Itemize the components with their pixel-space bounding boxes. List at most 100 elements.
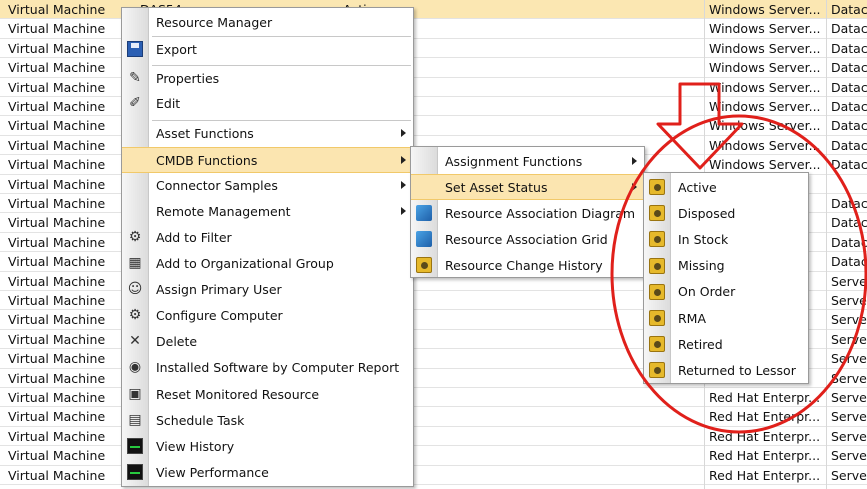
menu-item-view-history[interactable]: View History (122, 433, 413, 459)
cell-role: Serve (831, 312, 867, 328)
cell-os: Windows Server... (709, 40, 821, 56)
cell-role: Serve (831, 428, 867, 444)
cell-role: Serve (831, 273, 867, 289)
cell-type: Virtual Machine (8, 21, 106, 37)
menu-item-edit[interactable]: ✐ Edit (122, 90, 413, 116)
status-option-on-order[interactable]: On Order (644, 279, 808, 305)
cell-os: Red Hat Enterpr... (709, 428, 821, 444)
cell-role: Datac (831, 215, 867, 231)
status-option-disposed[interactable]: Disposed (644, 200, 808, 226)
cell-type: Virtual Machine (8, 312, 106, 328)
submenu-arrow-icon (401, 207, 406, 215)
menu-item-connector-samples[interactable]: Connector Samples (122, 172, 413, 198)
submenu-item-assignment-functions[interactable]: Assignment Functions (411, 148, 644, 174)
status-option-retired[interactable]: Retired (644, 331, 808, 357)
cell-os: Windows Server... (709, 118, 821, 134)
change-history-icon (416, 257, 432, 273)
status-option-missing[interactable]: Missing (644, 253, 808, 279)
submenu-arrow-icon (401, 129, 406, 137)
folder-icon (649, 205, 665, 222)
menu-separator (152, 120, 411, 121)
menu-item-configure-computer[interactable]: ⚙ Configure Computer (122, 302, 413, 328)
cell-type: Virtual Machine (8, 2, 106, 17)
submenu-item-resource-association-grid[interactable]: Resource Association Grid (411, 226, 644, 252)
menu-item-assign-primary-user[interactable]: ☺ Assign Primary User (122, 276, 413, 302)
menu-item-label: Resource Manager (156, 14, 273, 30)
folder-icon (649, 310, 665, 326)
menu-item-label: View History (156, 438, 235, 454)
submenu-item-label: Resource Association Diagram (445, 205, 636, 221)
delete-icon: ✕ (129, 333, 141, 349)
cell-type: Virtual Machine (8, 118, 106, 134)
status-option-in-stock[interactable]: In Stock (644, 226, 808, 252)
status-option-returned-to-lessor[interactable]: Returned to Lessor (644, 357, 808, 383)
menu-item-properties[interactable]: ✎ Properties (122, 65, 413, 91)
submenu-item-label: Assignment Functions (445, 153, 583, 169)
cell-role: Datac (831, 254, 867, 270)
menu-item-label: Remote Management (156, 203, 291, 219)
context-menu: Resource Manager Export ✎ Properties ✐ Edit As… (121, 7, 414, 487)
menu-item-label: Add to Filter (156, 229, 232, 245)
cell-role: Datac (831, 137, 867, 153)
cell-type: Virtual Machine (8, 331, 106, 347)
cell-os: Windows Server... (709, 157, 821, 173)
filter-icon: ⚙ (128, 229, 142, 245)
diagram-icon (416, 205, 432, 221)
folder-icon (649, 336, 665, 353)
menu-item-resource-manager[interactable]: Resource Manager (122, 9, 413, 35)
menu-item-reset-monitored-resource[interactable]: ▣ Reset Monitored Resource (122, 381, 413, 407)
cell-os: Red Hat Enterpr... (709, 467, 821, 483)
menu-item-label: View Performance (156, 464, 269, 480)
cell-type: Virtual Machine (8, 137, 106, 153)
submenu-arrow-icon (401, 181, 406, 189)
cell-role: Serve (831, 467, 867, 483)
status-option-active[interactable]: Active (644, 174, 808, 200)
menu-item-label: Assign Primary User (156, 281, 282, 297)
cell-os: Red Hat Enterpr... (709, 448, 821, 464)
cell-type: Virtual Machine (8, 273, 106, 289)
menu-item-add-to-filter[interactable]: ⚙ Add to Filter (122, 224, 413, 250)
menu-item-asset-functions[interactable]: Asset Functions (122, 120, 413, 146)
status-option-label: Active (678, 179, 717, 195)
history-icon (127, 438, 143, 454)
menu-item-cmdb-functions[interactable]: CMDB Functions (122, 147, 413, 173)
cell-type: Virtual Machine (8, 215, 106, 231)
cell-type: Virtual Machine (8, 60, 106, 76)
menu-item-label: Asset Functions (156, 125, 254, 141)
folder-icon (649, 231, 665, 248)
cell-type: Virtual Machine (8, 196, 106, 211)
menu-item-view-performance[interactable]: View Performance (122, 459, 413, 485)
submenu-arrow-icon (401, 156, 406, 164)
cell-type: Virtual Machine (8, 234, 106, 250)
submenu-item-resource-association-diagram[interactable]: Resource Association Diagram (411, 200, 644, 226)
menu-item-label: Export (156, 41, 197, 57)
cell-role: Serve (831, 370, 867, 386)
menu-item-schedule-task[interactable]: ▤ Schedule Task (122, 407, 413, 433)
cell-role: Datac (831, 60, 867, 76)
menu-item-export[interactable]: Export (122, 36, 413, 62)
status-option-label: RMA (678, 310, 707, 326)
menu-item-add-to-organizational-group[interactable]: ▦ Add to Organizational Group (122, 250, 413, 276)
menu-item-installed-software-by-computer-report[interactable]: ◉ Installed Software by Computer Report (122, 354, 413, 380)
cell-role: Datac (831, 99, 867, 114)
cell-role: Serve (831, 390, 867, 405)
cell-type: Virtual Machine (8, 351, 106, 367)
menu-item-label: Installed Software by Computer Report (156, 359, 400, 375)
folder-icon (649, 179, 665, 195)
schedule-icon: ▤ (128, 412, 142, 428)
menu-item-label: Configure Computer (156, 307, 283, 323)
menu-item-delete[interactable]: ✕ Delete (122, 328, 413, 354)
cell-role: Datac (831, 21, 867, 37)
cell-os: Windows Server... (709, 99, 821, 114)
cell-type: Virtual Machine (8, 99, 106, 114)
submenu-item-resource-change-history[interactable]: Resource Change History (411, 252, 644, 278)
cell-type: Virtual Machine (8, 157, 106, 173)
submenu-item-label: Resource Association Grid (445, 231, 608, 247)
edit-icon: ✐ (129, 95, 141, 111)
asset-status-submenu: Active Disposed In Stock Missing On Order RMA… (643, 172, 809, 384)
report-icon: ◉ (128, 359, 142, 375)
status-option-rma[interactable]: RMA (644, 305, 808, 331)
menu-item-remote-management[interactable]: Remote Management (122, 198, 413, 224)
submenu-item-set-asset-status[interactable]: Set Asset Status (411, 174, 644, 200)
cell-type: Virtual Machine (8, 370, 106, 386)
